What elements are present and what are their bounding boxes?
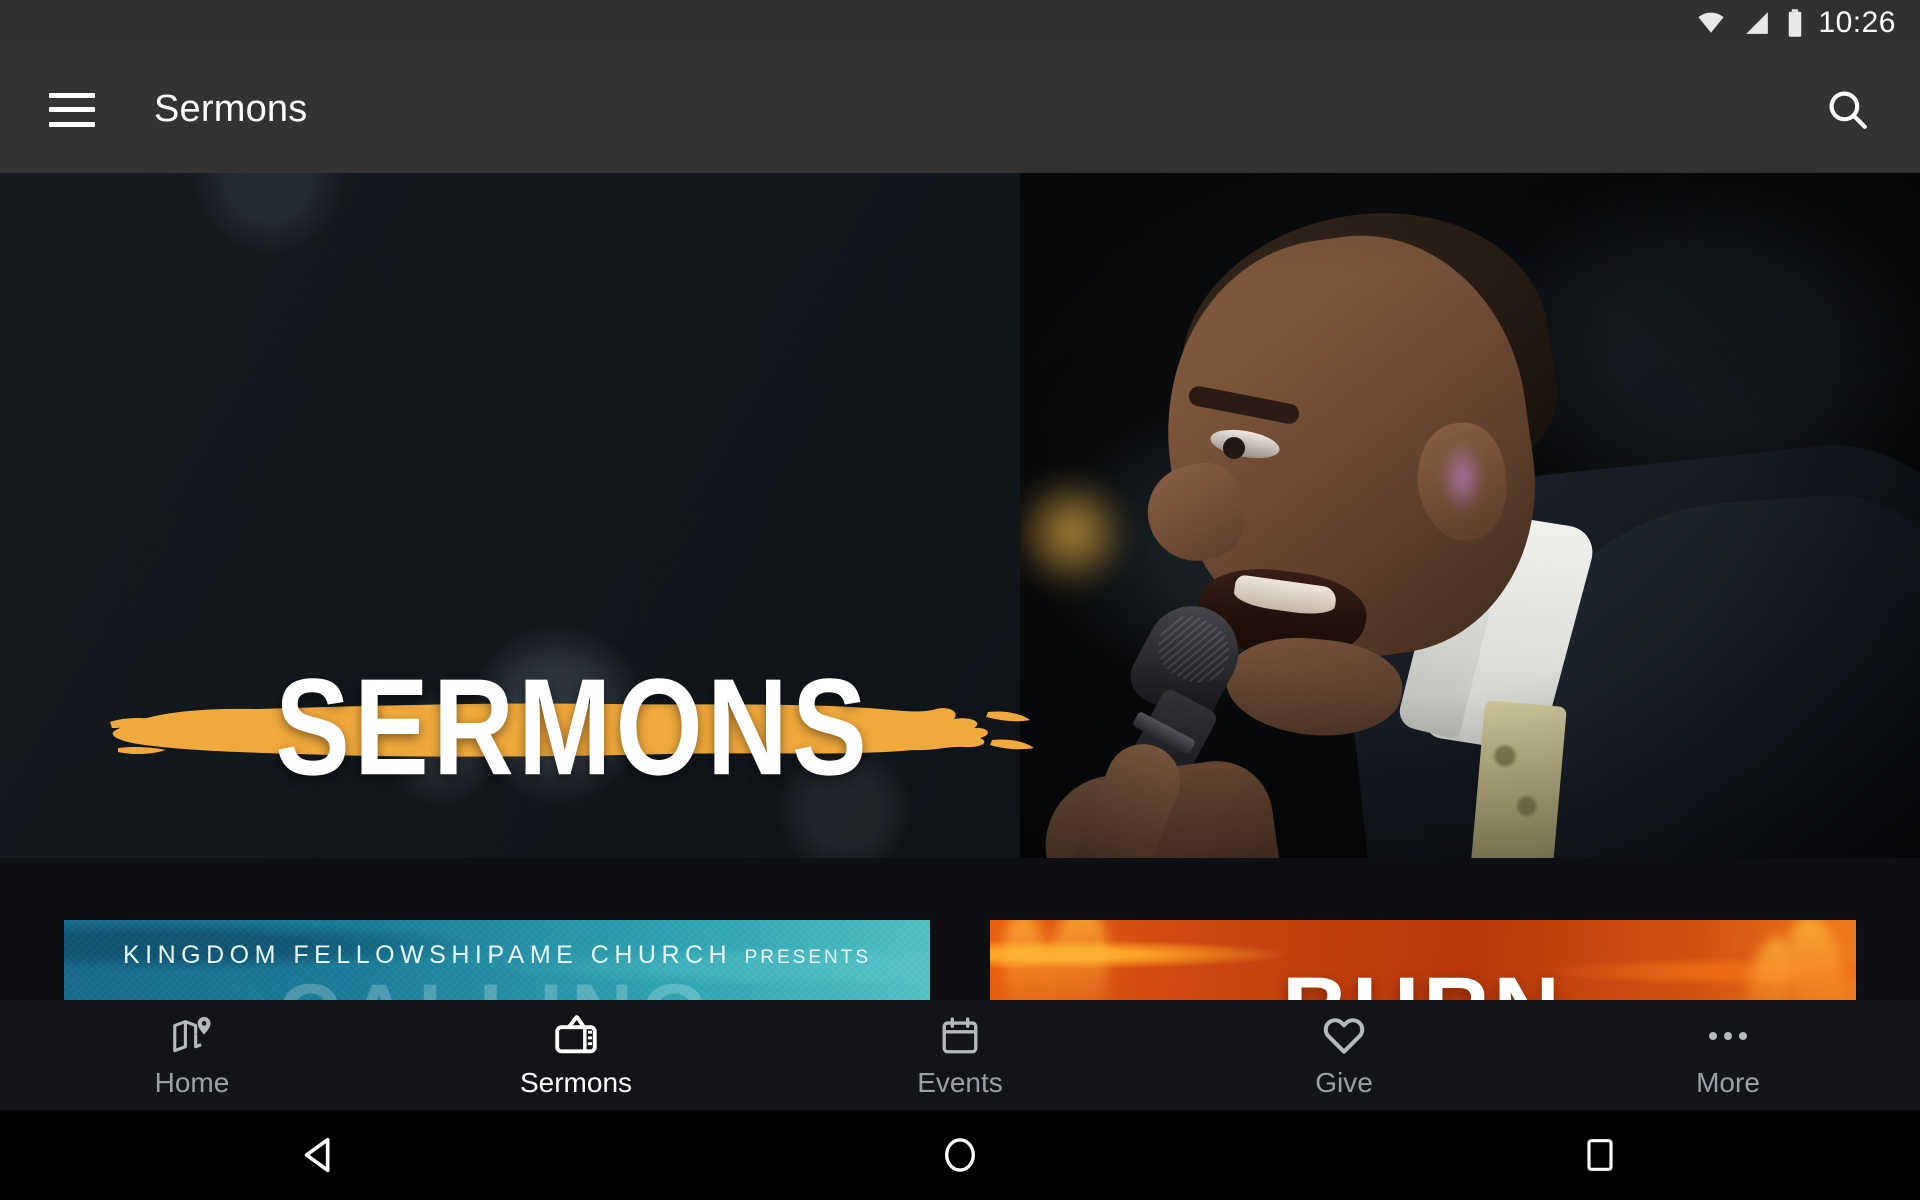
nav-item-sermons[interactable]: Sermons <box>384 1000 768 1110</box>
cellular-signal-icon <box>1742 10 1772 36</box>
nav-item-events[interactable]: Events <box>768 1000 1152 1110</box>
presents-word: PRESENTS <box>744 947 871 968</box>
nav-item-more[interactable]: More <box>1536 1000 1920 1110</box>
home-circle-icon[interactable] <box>900 1110 1020 1200</box>
sermon-series-row: CALLING KINGDOM FELLOWSHIPAME CHURCH PRE… <box>0 858 1920 1006</box>
nav-item-home[interactable]: Home <box>0 1000 384 1110</box>
page-title: Sermons <box>154 88 308 130</box>
nav-label-give: Give <box>1315 1067 1373 1098</box>
phone-screen: 10:26 Sermons SERMONS KINGDOM FELLOWSHIP… <box>0 0 1920 1200</box>
nav-label-sermons: Sermons <box>519 1067 633 1098</box>
hero-title-group: SERMONS <box>108 659 1038 796</box>
recents-square-icon[interactable] <box>1540 1110 1660 1200</box>
heart-icon <box>1321 1013 1367 1059</box>
sermon-series-card-calling[interactable]: CALLING KINGDOM FELLOWSHIPAME CHURCH PRE… <box>64 920 930 1006</box>
calendar-icon <box>939 1013 981 1059</box>
series-presents-line: KINGDOM FELLOWSHIPAME CHURCH PRESENTS <box>64 941 930 970</box>
hero-title: SERMONS <box>275 650 871 805</box>
sermon-series-card-burn[interactable]: BURN <box>990 920 1856 1006</box>
ellipsis-icon <box>1705 1013 1751 1059</box>
bottom-navigation-bar: Home Sermons Events Give More <box>0 1000 1920 1110</box>
battery-icon <box>1786 8 1804 38</box>
preacher-photo <box>1020 173 1920 858</box>
status-bar-clock: 10:26 <box>1818 6 1896 39</box>
nav-label-more: More <box>1696 1067 1760 1098</box>
hero-banner[interactable]: SERMONS <box>0 173 1920 858</box>
android-system-nav-bar <box>0 1110 1920 1200</box>
status-bar: 10:26 <box>0 0 1920 46</box>
app-bar: Sermons <box>0 46 1920 173</box>
presents-church-name: KINGDOM FELLOWSHIPAME CHURCH <box>122 941 733 969</box>
nav-label-events: Events <box>917 1067 1003 1098</box>
tv-icon <box>553 1013 599 1059</box>
nav-item-give[interactable]: Give <box>1152 1000 1536 1110</box>
search-icon[interactable] <box>1824 86 1872 134</box>
hamburger-menu-icon[interactable] <box>49 92 95 127</box>
wifi-icon <box>1694 10 1728 36</box>
back-triangle-icon[interactable] <box>260 1110 380 1200</box>
nav-label-home: Home <box>154 1067 230 1098</box>
map-pin-icon <box>170 1013 214 1059</box>
